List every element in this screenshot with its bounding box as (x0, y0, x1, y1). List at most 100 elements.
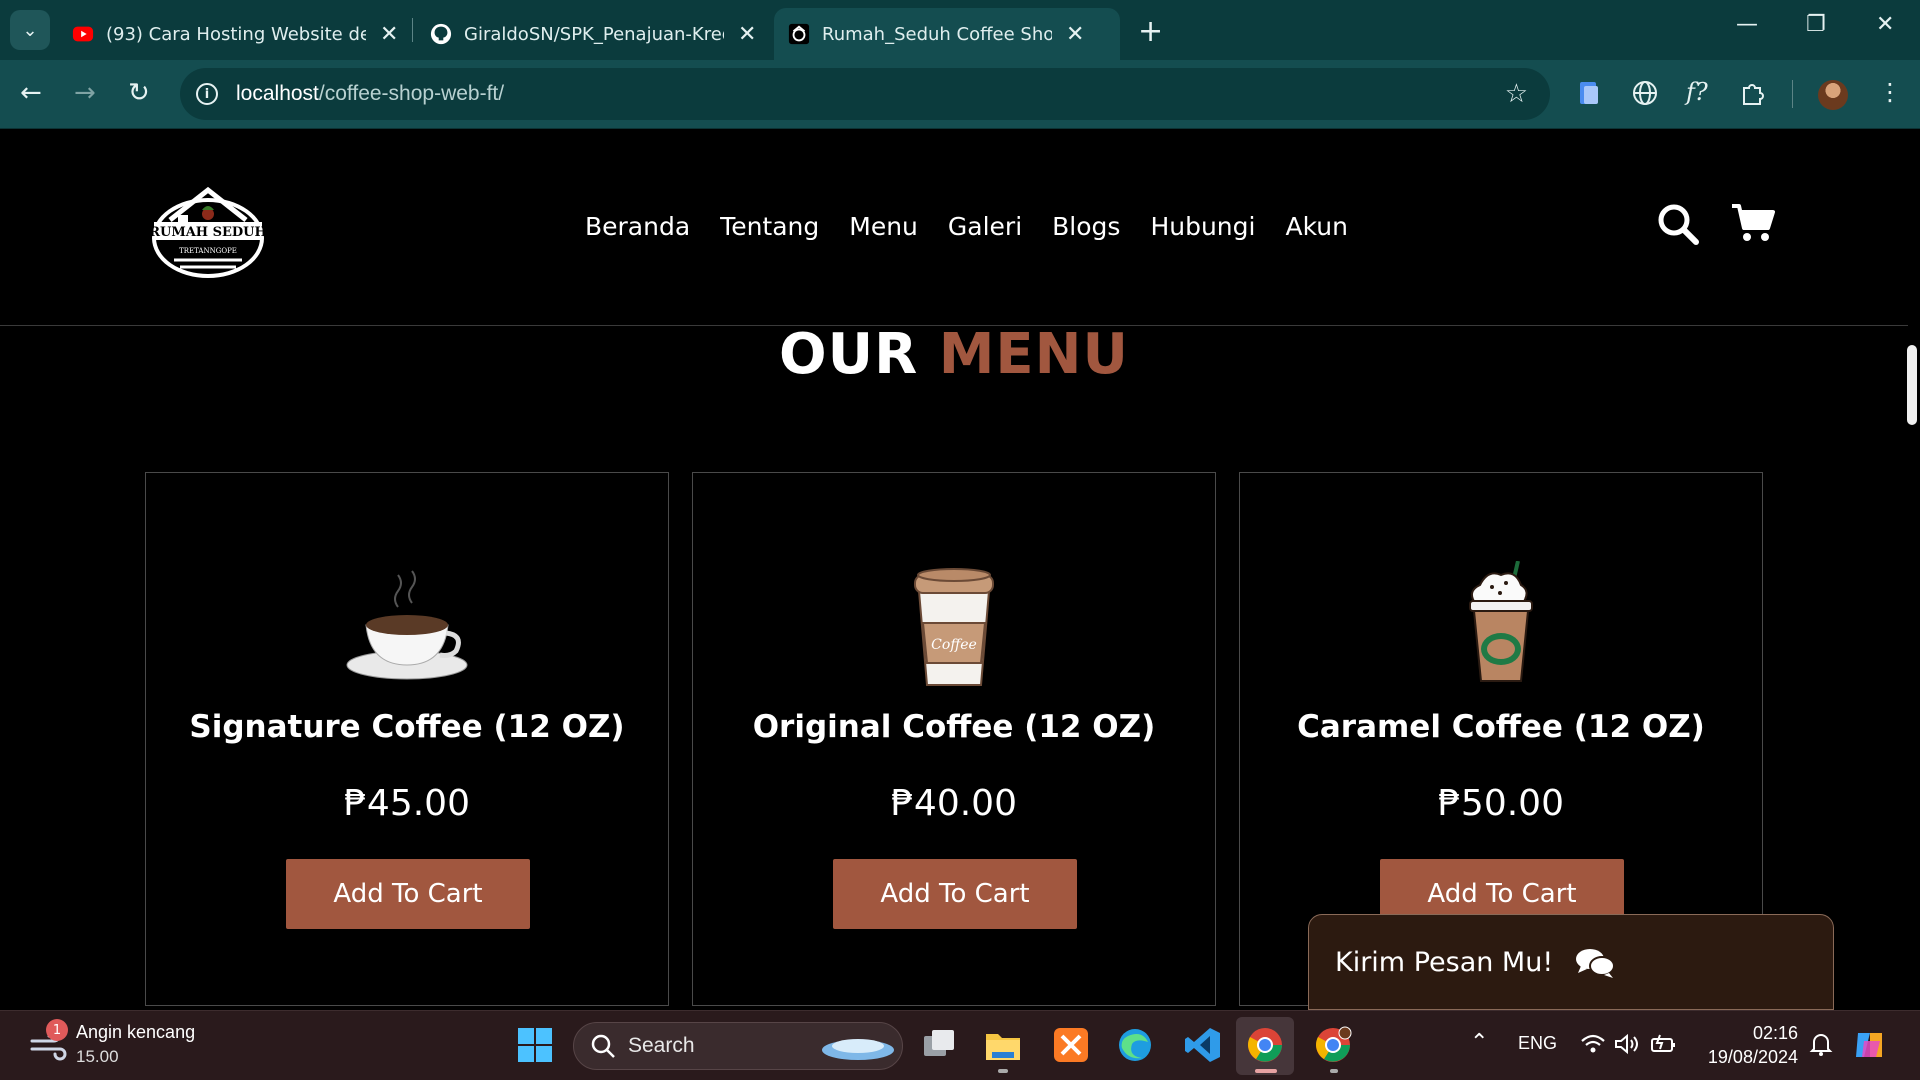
browser-menu-icon[interactable]: ⋮ (1878, 78, 1902, 106)
edge-icon[interactable] (1116, 1026, 1154, 1064)
nav-tentang[interactable]: Tentang (720, 212, 819, 241)
chrome-icon[interactable] (1246, 1026, 1284, 1064)
weather-notification-badge: 1 (46, 1019, 68, 1041)
close-tab-icon[interactable]: ✕ (738, 22, 756, 47)
chat-label: Kirim Pesan Mu! (1335, 946, 1554, 978)
weather-title[interactable]: Angin kencang (76, 1022, 195, 1043)
nav-akun[interactable]: Akun (1285, 212, 1348, 241)
product-name: Original Coffee (12 OZ) (752, 709, 1156, 745)
tab-search-dropdown-button[interactable]: ⌄ (10, 10, 50, 50)
copilot-icon[interactable] (1852, 1027, 1888, 1063)
product-card: Signature Coffee (12 OZ) ₱45.00 Add To C… (145, 472, 669, 1006)
product-price: ₱45.00 (344, 783, 470, 824)
product-name: Signature Coffee (12 OZ) (189, 709, 625, 745)
chrome-profile-icon[interactable] (1314, 1026, 1352, 1064)
menu-heading: OUR MENU (0, 322, 1908, 387)
site-icon (788, 23, 810, 45)
frappe-cup-icon (1469, 561, 1533, 682)
logo-text: RUMAH SEDUH (150, 225, 266, 240)
logo-subtext: TRETANNGOPE (179, 247, 237, 255)
search-icon (591, 1034, 615, 1058)
new-tab-icon[interactable]: + (1138, 14, 1163, 49)
search-icon[interactable] (1656, 202, 1700, 246)
extensions-puzzle-icon[interactable] (1740, 80, 1766, 106)
tab-youtube[interactable]: (93) Cara Hosting Website deng ✕ (58, 8, 412, 60)
tab-title: Rumah_Seduh Coffee Shop (822, 23, 1052, 45)
nav-hubungi[interactable]: Hubungi (1150, 212, 1255, 241)
tab-title: (93) Cara Hosting Website deng (106, 23, 366, 45)
restore-icon[interactable]: ❐ (1806, 12, 1826, 37)
bookmark-star-icon[interactable]: ☆ (1505, 79, 1528, 109)
cart-icon[interactable] (1730, 202, 1776, 244)
url-text[interactable]: localhost/coffee-shop-web-ft/ (236, 82, 504, 106)
takeaway-cup-icon: Coffee (914, 568, 994, 686)
nav-galeri[interactable]: Galeri (948, 212, 1022, 241)
browser-toolbar: ← → ↻ i localhost/coffee-shop-web-ft/ ☆ … (0, 60, 1920, 129)
close-tab-icon[interactable]: ✕ (1066, 22, 1084, 47)
youtube-icon (72, 26, 94, 42)
minimize-icon[interactable]: — (1736, 12, 1758, 37)
tab-coffee-shop[interactable]: Rumah_Seduh Coffee Shop ✕ (774, 8, 1120, 60)
search-highlight-image (822, 1039, 894, 1060)
toolbar-divider (1792, 80, 1793, 108)
nav-menu[interactable]: Menu (849, 212, 918, 241)
forward-icon[interactable]: → (74, 78, 96, 108)
vscode-icon[interactable] (1184, 1026, 1222, 1064)
wifi-icon[interactable] (1580, 1033, 1606, 1055)
add-to-cart-button[interactable]: Add To Cart (286, 859, 530, 929)
rumah-seduh-logo[interactable]: RUMAH SEDUH TRETANNGOPE (150, 180, 266, 280)
file-explorer-icon[interactable] (984, 1026, 1022, 1064)
product-price: ₱40.00 (891, 783, 1017, 824)
product-price: ₱50.00 (1438, 783, 1564, 824)
xampp-icon[interactable] (1052, 1026, 1090, 1064)
product-name: Caramel Coffee (12 OZ) (1297, 709, 1705, 745)
globe-extension-icon[interactable] (1632, 80, 1658, 106)
product-card: Coffee Original Coffee (12 OZ) ₱40.00 Ad… (692, 472, 1216, 1006)
coffee-cup-icon (346, 570, 468, 680)
close-tab-icon[interactable]: ✕ (380, 22, 398, 47)
add-to-cart-button[interactable]: Add To Cart (833, 859, 1077, 929)
taskbar-search[interactable]: Search (573, 1022, 903, 1070)
page-scrollbar-thumb[interactable] (1907, 345, 1917, 425)
svg-text:Coffee: Coffee (931, 637, 977, 653)
nav-beranda[interactable]: Beranda (585, 212, 690, 241)
back-icon[interactable]: ← (20, 78, 42, 108)
url-path: /coffee-shop-web-ft/ (318, 82, 505, 105)
language-indicator[interactable]: ENG (1518, 1033, 1557, 1054)
running-indicator (998, 1069, 1008, 1073)
heading-word-our: OUR (778, 322, 919, 387)
profile-avatar[interactable] (1818, 80, 1848, 110)
chat-widget[interactable]: Kirim Pesan Mu! (1308, 914, 1834, 1010)
volume-icon[interactable] (1614, 1033, 1640, 1055)
system-clock[interactable]: 02:16 19/08/2024 (1700, 1021, 1798, 1069)
address-bar[interactable]: i localhost/coffee-shop-web-ft/ ☆ (180, 68, 1550, 120)
weather-temp[interactable]: 15.00 (76, 1047, 119, 1067)
website-viewport: RUMAH SEDUH TRETANNGOPE Beranda Tentang … (0, 130, 1920, 1010)
show-hidden-icons-chevron-icon[interactable]: ⌃ (1470, 1029, 1488, 1055)
clock-time: 02:16 (1752, 1023, 1798, 1043)
reload-icon[interactable]: ↻ (128, 78, 150, 108)
docs-extension-icon[interactable] (1578, 80, 1600, 106)
site-header: RUMAH SEDUH TRETANNGOPE Beranda Tentang … (0, 130, 1908, 326)
tab-separator (412, 18, 413, 42)
windows-taskbar: 1 Angin kencang 15.00 Search ⌃ ENG 02:16… (0, 1010, 1920, 1080)
heading-word-menu: MENU (938, 322, 1130, 387)
product-image: Coffee (693, 561, 1215, 691)
main-nav: Beranda Tentang Menu Galeri Blogs Hubung… (585, 212, 1348, 241)
window-close-icon[interactable]: ✕ (1876, 12, 1894, 37)
nav-blogs[interactable]: Blogs (1052, 212, 1120, 241)
running-indicator (1330, 1069, 1338, 1073)
clock-date: 19/08/2024 (1707, 1047, 1798, 1067)
product-image (146, 561, 668, 691)
url-host: localhost (236, 82, 319, 105)
task-view-icon[interactable] (920, 1026, 958, 1064)
product-image (1240, 561, 1762, 691)
notification-bell-icon[interactable] (1808, 1031, 1834, 1057)
battery-icon[interactable] (1650, 1033, 1678, 1055)
font-extension-icon[interactable]: f? (1686, 78, 1708, 106)
github-icon (430, 23, 452, 45)
windows-start-icon[interactable] (516, 1026, 554, 1064)
tab-github[interactable]: GiraldoSN/SPK_Penajuan-Kredit ✕ (416, 8, 770, 60)
active-indicator (1255, 1069, 1277, 1073)
site-info-icon[interactable]: i (196, 83, 218, 105)
